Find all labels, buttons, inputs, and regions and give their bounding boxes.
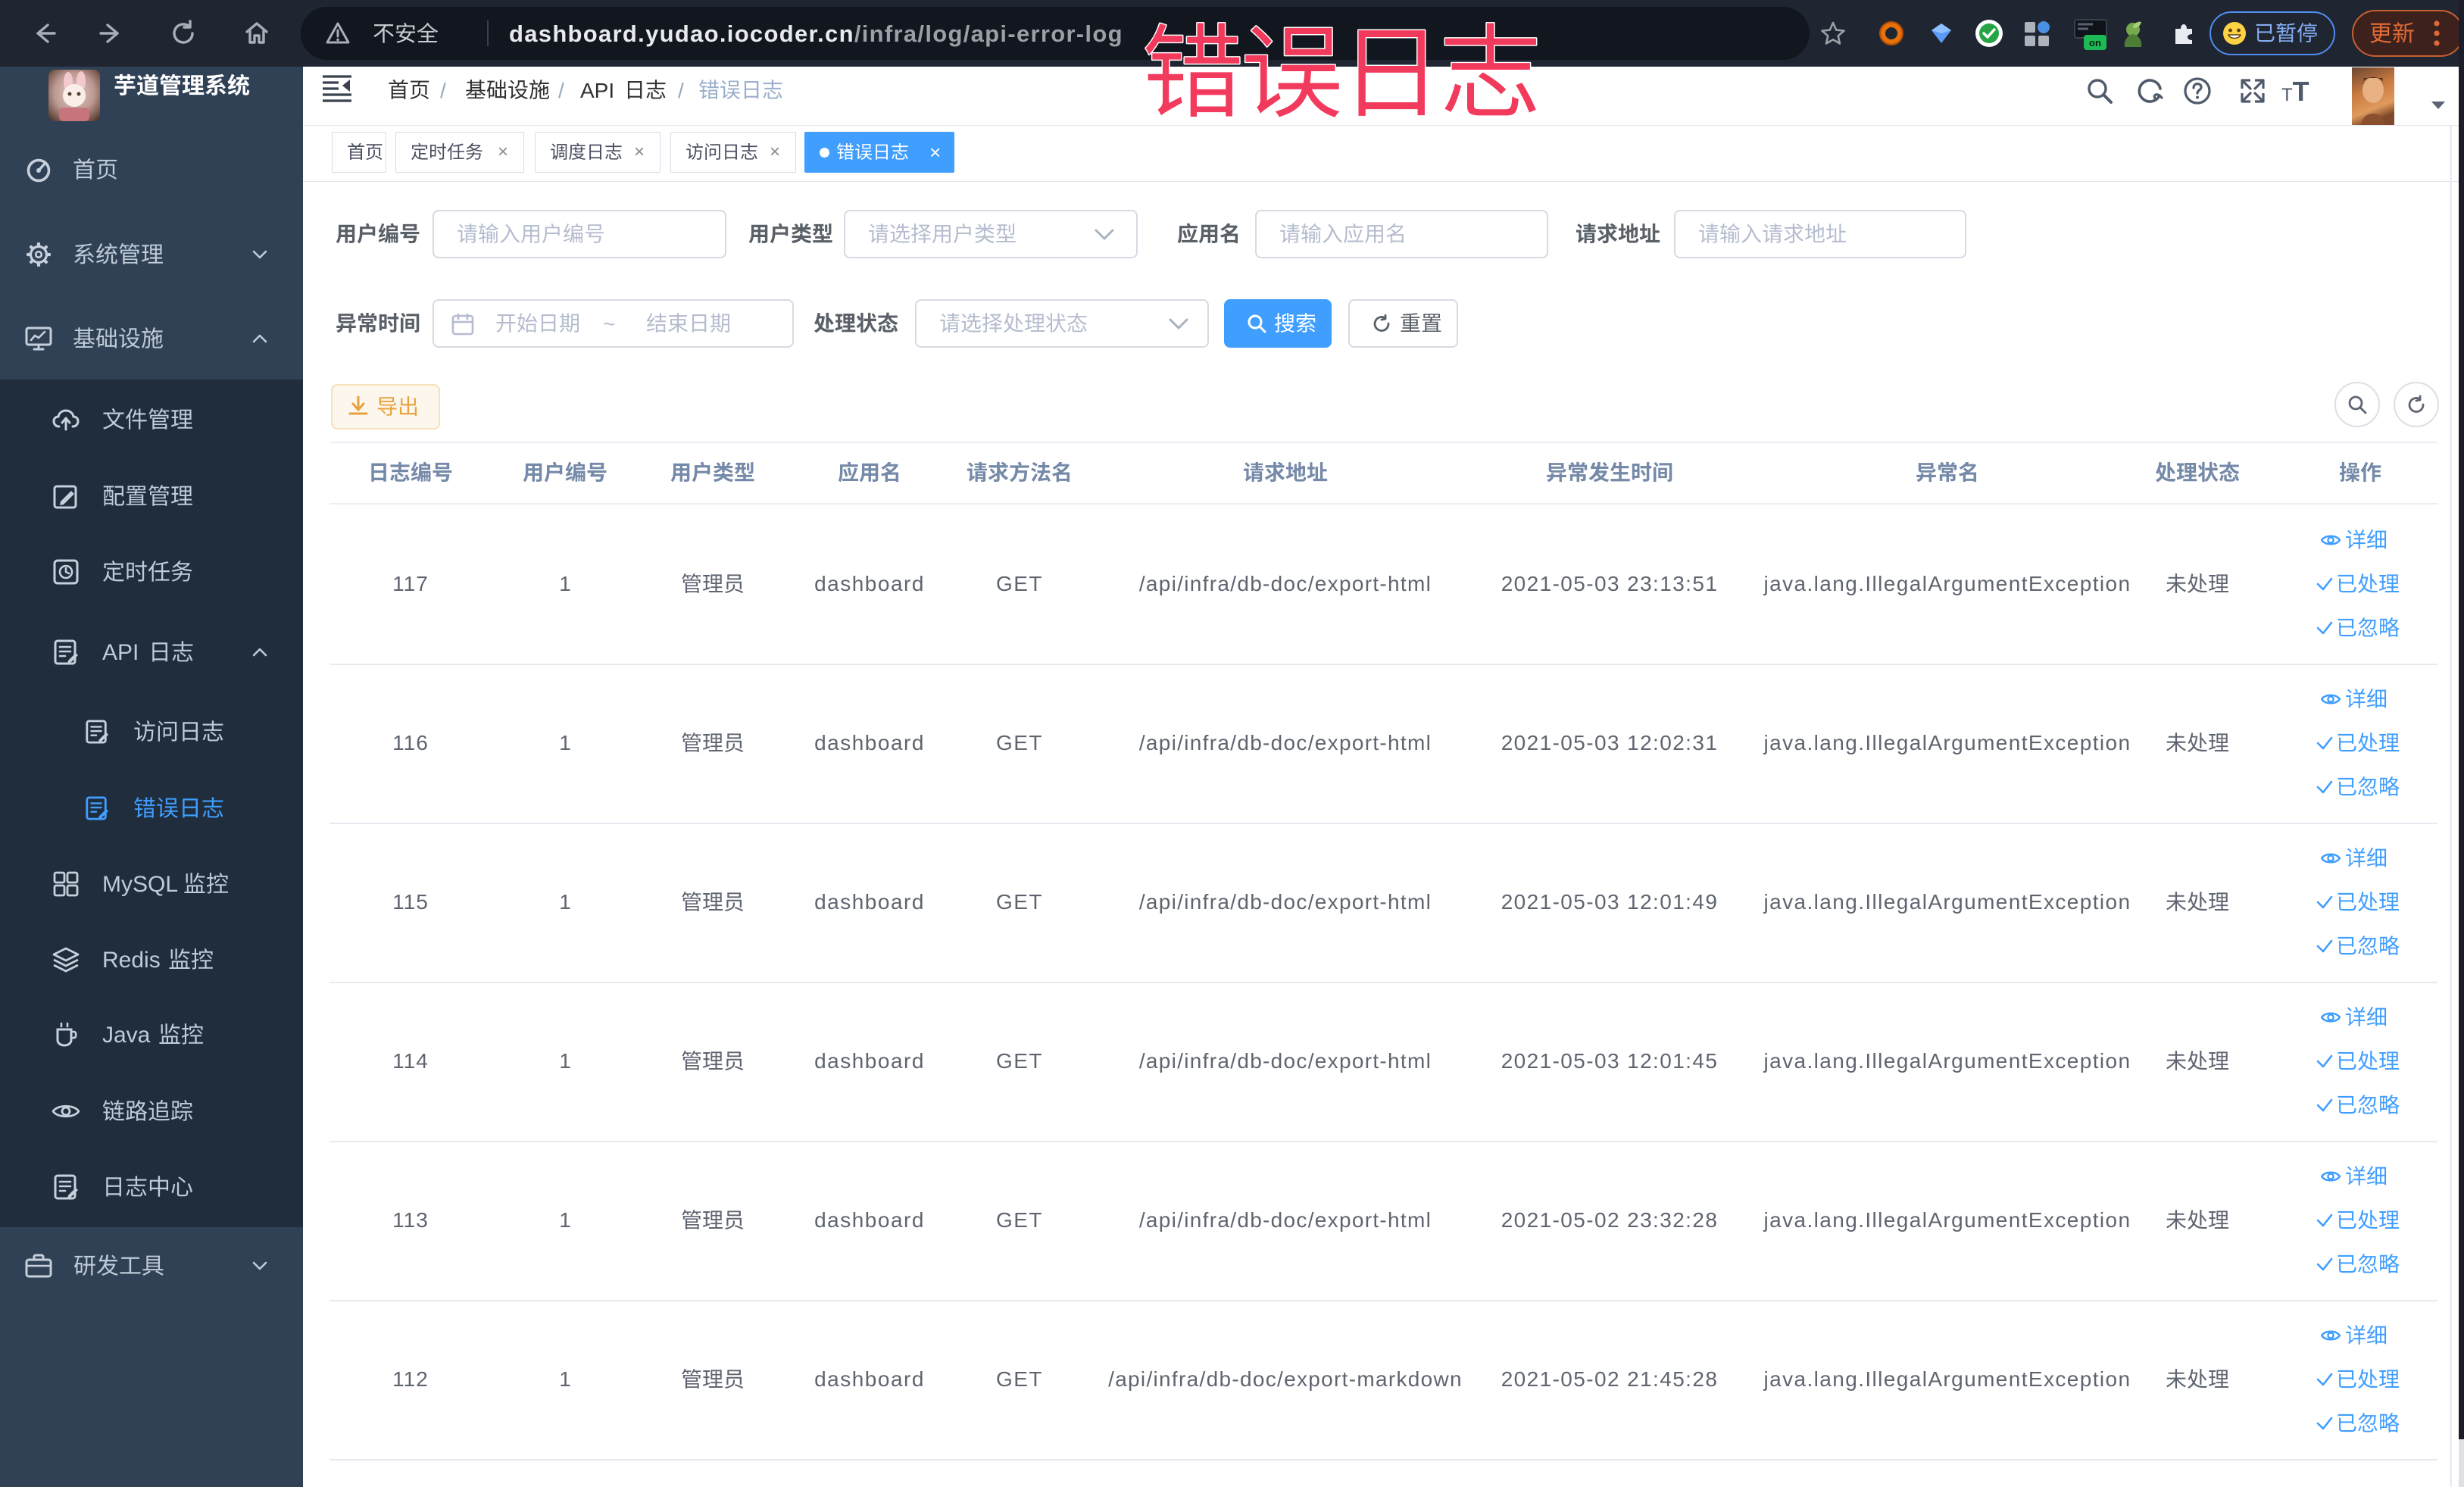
svg-text:on: on	[2089, 37, 2101, 48]
